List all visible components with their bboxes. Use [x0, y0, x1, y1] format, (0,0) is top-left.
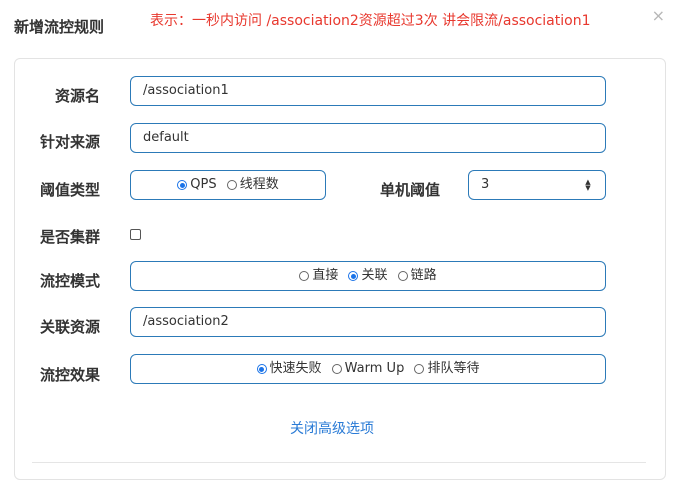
radio-unselected-icon — [397, 271, 408, 281]
flow-rule-dialog: 新增流控规则 表示：一秒内访问 /association2资源超过3次 讲会限流… — [0, 0, 675, 480]
radio-qps-label: QPS — [190, 177, 217, 192]
radio-related-label: 关联 — [361, 268, 388, 283]
control-effect-label: 流控效果 — [39, 366, 100, 384]
radio-unselected-icon — [226, 180, 237, 190]
radio-fast-fail[interactable]: 快速失败 — [256, 355, 322, 383]
cluster-checkbox[interactable] — [130, 229, 141, 240]
flow-mode-label: 流控模式 — [39, 272, 100, 290]
radio-unselected-icon — [331, 364, 342, 374]
close-icon[interactable]: × — [652, 8, 665, 24]
radio-selected-icon — [177, 180, 188, 190]
radio-queue[interactable]: 排队等待 — [414, 355, 479, 383]
threshold-type-group: QPS 线程数 — [130, 170, 326, 200]
related-resource-input[interactable]: /association2 — [130, 307, 606, 337]
radio-thread-count[interactable]: 线程数 — [226, 171, 279, 199]
number-spinner-icon[interactable]: ▲ ▼ — [583, 179, 593, 192]
radio-selected-icon — [348, 271, 359, 281]
radio-chain-label: 链路 — [410, 268, 437, 283]
radio-unselected-icon — [299, 271, 310, 281]
related-resource-label: 关联资源 — [39, 318, 100, 336]
single-threshold-label: 单机阈值 — [379, 181, 440, 199]
single-threshold-value: 3 — [481, 177, 490, 192]
dialog-title: 新增流控规则 — [14, 18, 105, 36]
radio-fast-fail-label: 快速失败 — [269, 361, 322, 376]
divider — [32, 462, 646, 463]
radio-warm-up-label: Warm Up — [344, 361, 405, 376]
control-effect-group: 快速失败 Warm Up 排队等待 — [130, 354, 606, 384]
radio-unselected-icon — [414, 364, 425, 374]
single-threshold-input[interactable]: 3 ▲ ▼ — [468, 170, 606, 200]
close-advanced-options-link[interactable]: 关闭高级选项 — [290, 418, 374, 438]
radio-related[interactable]: 关联 — [348, 262, 388, 290]
threshold-type-label: 阈值类型 — [39, 181, 100, 199]
radio-chain[interactable]: 链路 — [397, 262, 437, 290]
radio-qps[interactable]: QPS — [177, 171, 217, 199]
cluster-label: 是否集群 — [39, 228, 100, 246]
radio-warm-up[interactable]: Warm Up — [331, 355, 405, 383]
resource-name-input[interactable]: /association1 — [130, 76, 606, 106]
resource-name-label: 资源名 — [54, 87, 100, 105]
radio-selected-icon — [256, 364, 267, 374]
red-annotation: 表示：一秒内访问 /association2资源超过3次 讲会限流/associ… — [150, 13, 591, 29]
origin-input[interactable]: default — [130, 123, 606, 153]
radio-thread-count-label: 线程数 — [239, 177, 279, 192]
radio-direct-label: 直接 — [312, 268, 339, 283]
origin-label: 针对来源 — [39, 133, 100, 151]
flow-mode-group: 直接 关联 链路 — [130, 261, 606, 291]
radio-direct[interactable]: 直接 — [299, 262, 338, 290]
radio-queue-label: 排队等待 — [427, 361, 480, 376]
